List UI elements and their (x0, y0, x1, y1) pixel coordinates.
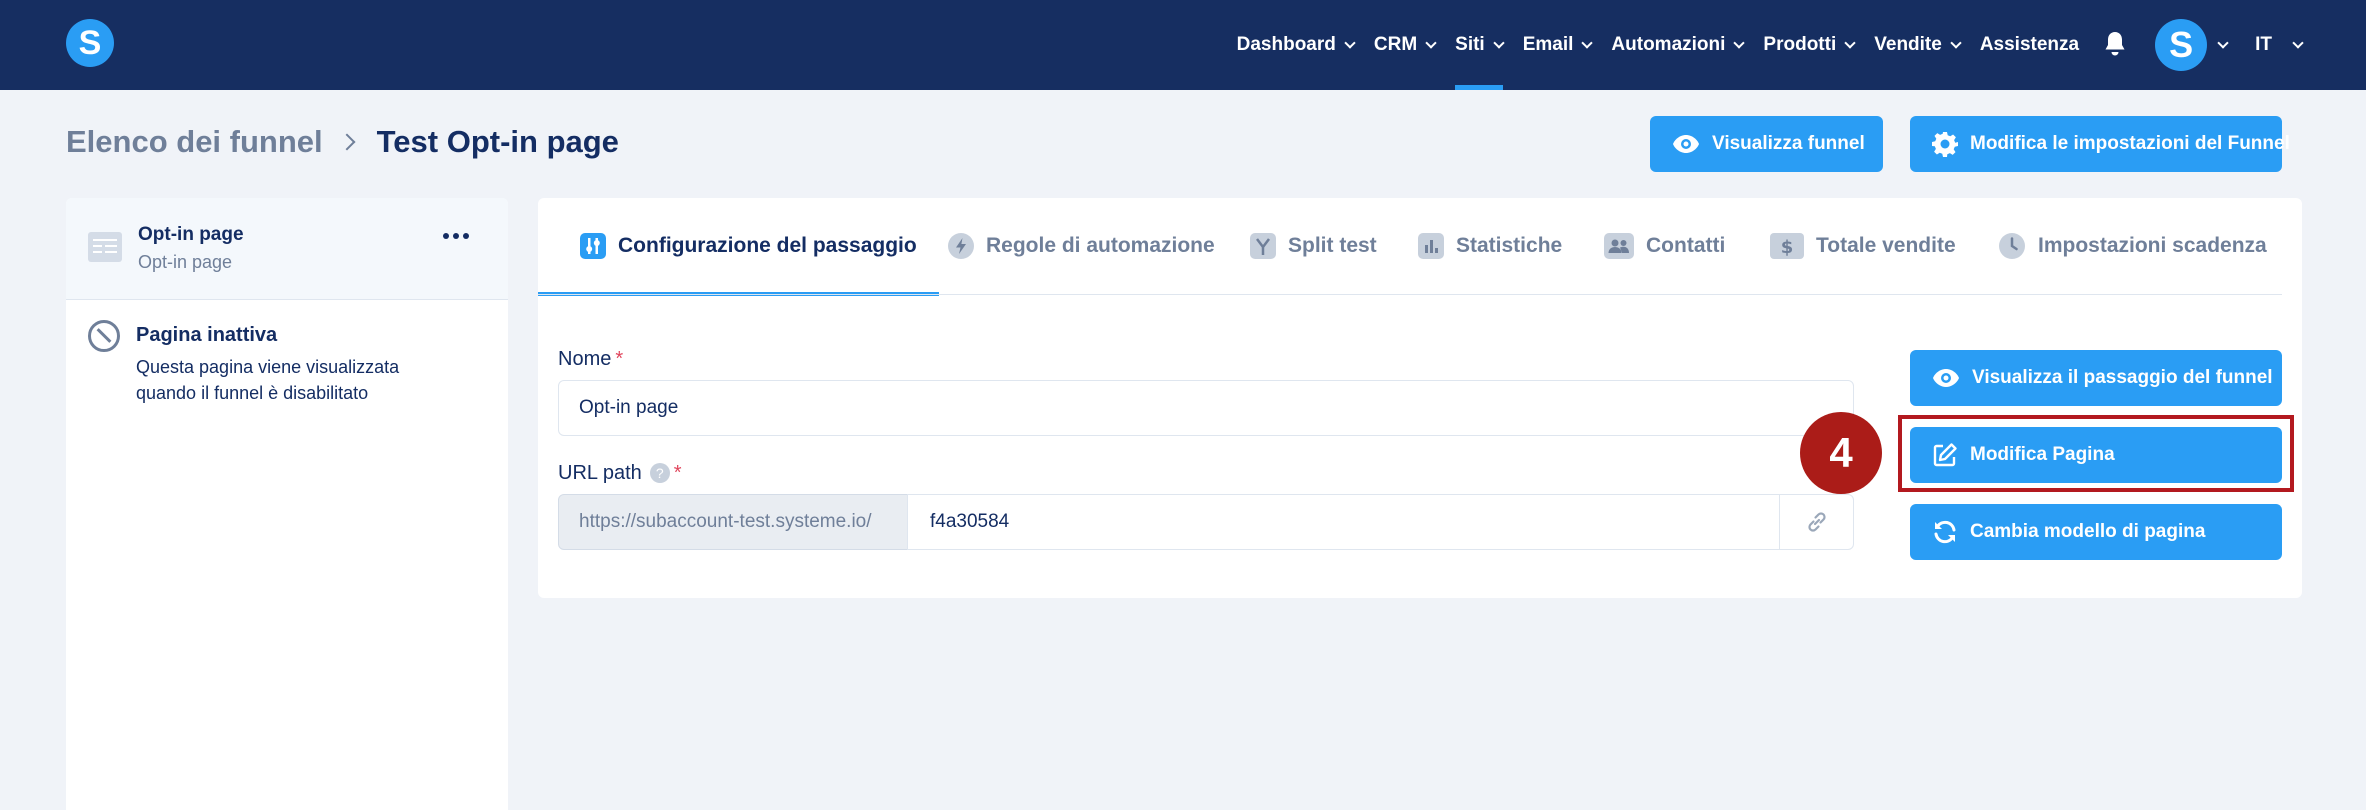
nav-item-label: Prodotti (1763, 34, 1837, 55)
nav-item-label: Vendite (1874, 34, 1942, 55)
chevron-down-icon (1844, 37, 1856, 49)
chevron-right-icon (338, 133, 356, 151)
chevron-down-icon (1344, 37, 1356, 49)
url-path-label-text: URL path (558, 462, 642, 484)
tab-label: Impostazioni scadenza (2038, 234, 2267, 257)
page-thumbnail-icon (88, 232, 122, 262)
main-nav: Dashboard CRM Siti Email Automazioni Pro… (1217, 0, 2304, 90)
ban-icon (88, 320, 120, 352)
nav-item-label: CRM (1373, 34, 1418, 55)
url-prefix: https://subaccount-test.systeme.io/ (558, 494, 908, 550)
nav-item-assistenza[interactable]: Assistenza (1980, 0, 2079, 90)
nav-item-label: Siti (1455, 34, 1485, 55)
url-path-label: URL path? * (558, 462, 682, 485)
view-funnel-label: Visualizza funnel (1712, 133, 1865, 154)
bolt-icon (948, 233, 974, 259)
name-label: Nome * (558, 348, 623, 371)
link-icon[interactable] (1779, 494, 1854, 550)
url-path-input[interactable]: f4a30584 (907, 494, 1780, 550)
funnel-steps-panel: Opt-in page Opt-in page Pagina inattiva … (66, 198, 508, 810)
nav-item-prodotti[interactable]: Prodotti (1763, 0, 1856, 90)
svg-text:$: $ (1781, 237, 1794, 258)
tab-label: Split test (1288, 234, 1377, 257)
tab-label: Totale vendite (1816, 234, 1956, 257)
chevron-down-icon (1733, 37, 1746, 49)
nav-item-label: Automazioni (1611, 34, 1726, 55)
chevron-down-icon (1950, 37, 1962, 49)
chevron-down-icon (2217, 37, 2229, 49)
language-selector[interactable]: IT (2255, 34, 2304, 56)
tab-step-configuration[interactable]: Configurazione del passaggio (538, 198, 939, 296)
help-icon[interactable]: ? (649, 463, 670, 483)
tab-label: Contatti (1646, 234, 1726, 257)
top-nav-bar: S Dashboard CRM Siti Email Automazioni P… (0, 0, 2366, 90)
split-icon (1250, 233, 1276, 259)
nav-item-label: Email (1522, 34, 1574, 55)
tab-split-test[interactable]: Split test (1250, 198, 1377, 294)
step-title: Opt-in page (138, 224, 244, 245)
nav-item-label: Assistenza (1979, 34, 2080, 55)
more-options-icon[interactable] (434, 218, 478, 254)
name-label-text: Nome (558, 348, 612, 370)
chevron-down-icon (1493, 37, 1505, 49)
dollar-icon: $ (1770, 233, 1804, 259)
nav-item-dashboard[interactable]: Dashboard (1236, 0, 1356, 90)
change-template-button[interactable]: Cambia modello di pagina (1910, 504, 2282, 560)
required-marker: * (615, 348, 624, 370)
tab-label: Regole di automazione (986, 234, 1215, 257)
inactive-page-title: Pagina inattiva (136, 324, 278, 346)
view-funnel-button[interactable]: Visualizza funnel (1650, 116, 1883, 172)
eye-icon (1933, 369, 1959, 387)
url-path-group: https://subaccount-test.systeme.io/ f4a3… (558, 494, 1854, 550)
language-label: IT (2255, 34, 2272, 55)
view-step-label: Visualizza il passaggio del funnel (1972, 367, 2273, 388)
inactive-page-description: Questa pagina viene visualizzata quando … (136, 357, 400, 403)
users-icon (1604, 233, 1634, 259)
chevron-down-icon (1425, 37, 1437, 49)
step-subtitle: Opt-in page (138, 252, 233, 272)
step-number-badge: 4 (1800, 412, 1882, 494)
bell-icon[interactable] (2103, 30, 2127, 60)
nav-item-email[interactable]: Email (1522, 0, 1594, 90)
nav-item-siti[interactable]: Siti (1455, 0, 1505, 90)
name-input[interactable]: Opt-in page (558, 380, 1854, 436)
tab-total-sales[interactable]: $ Totale vendite (1770, 198, 1956, 294)
chevron-down-icon (1581, 37, 1594, 49)
highlight-box (1898, 415, 2294, 492)
change-template-label: Cambia modello di pagina (1970, 521, 2206, 542)
required-marker: * (673, 462, 682, 484)
step-item-opt-in[interactable]: Opt-in page Opt-in page (66, 198, 508, 300)
clock-icon (1999, 233, 2025, 259)
tabs-divider (538, 294, 2282, 295)
user-menu[interactable]: S (2155, 19, 2229, 71)
view-funnel-step-button[interactable]: Visualizza il passaggio del funnel (1910, 350, 2282, 406)
nav-item-label: Dashboard (1236, 34, 1336, 55)
page-title: Test Opt-in page (376, 124, 619, 159)
tab-contacts[interactable]: Contatti (1604, 198, 1725, 294)
sliders-icon (580, 233, 606, 259)
step-tabs: Configurazione del passaggio Regole di a… (538, 198, 2302, 296)
tab-automation-rules[interactable]: Regole di automazione (948, 198, 1215, 294)
avatar: S (2155, 19, 2208, 71)
refresh-icon (1934, 520, 1956, 544)
step-item-inactive-page[interactable]: Pagina inattiva Questa pagina viene visu… (66, 300, 508, 410)
bar-chart-icon (1418, 233, 1444, 259)
funnel-settings-label: Modifica le impostazioni del Funnel (1970, 133, 2290, 154)
eye-icon (1673, 135, 1699, 153)
gear-icon (1932, 132, 1958, 157)
tab-label: Statistiche (1456, 234, 1563, 257)
tab-statistics[interactable]: Statistiche (1418, 198, 1562, 294)
funnel-settings-button[interactable]: Modifica le impostazioni del Funnel (1910, 116, 2290, 172)
breadcrumb-funnel-list-link[interactable]: Elenco dei funnel (66, 124, 323, 160)
chevron-down-icon (2292, 37, 2304, 49)
nav-item-vendite[interactable]: Vendite (1874, 0, 1962, 90)
systeme-logo[interactable]: S (66, 19, 114, 67)
tab-expiration-settings[interactable]: Impostazioni scadenza (1998, 198, 2267, 294)
tab-label: Configurazione del passaggio (618, 234, 917, 257)
nav-item-crm[interactable]: CRM (1373, 0, 1437, 90)
nav-item-automazioni[interactable]: Automazioni (1611, 0, 1746, 90)
breadcrumb: Elenco dei funnel Test Opt-in page (66, 124, 619, 160)
